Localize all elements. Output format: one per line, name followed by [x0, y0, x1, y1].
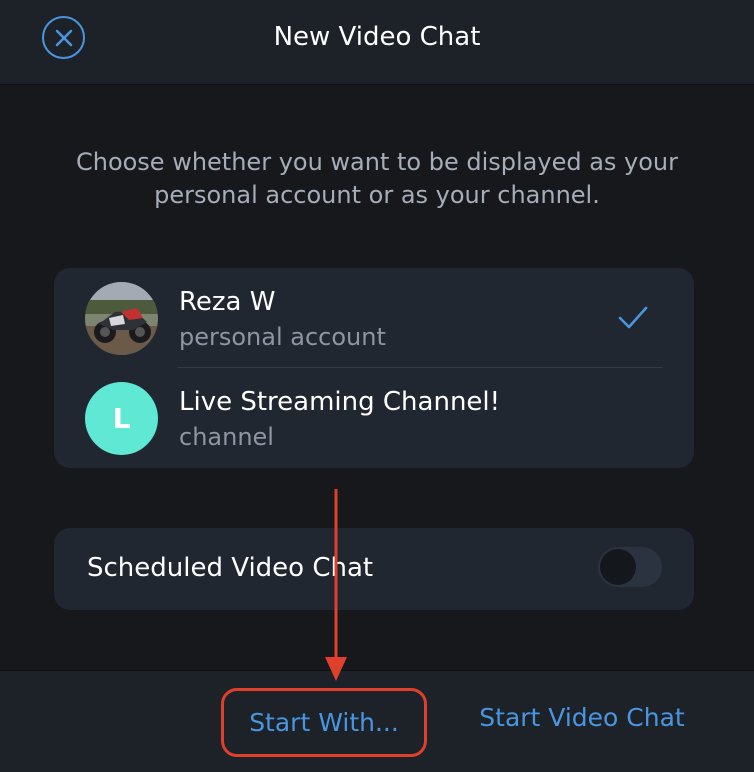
annotation-arrow-icon: [325, 489, 347, 681]
start-with-button[interactable]: Start With...: [221, 688, 427, 757]
checkmark-icon: [618, 306, 648, 329]
description-text: Choose whether you want to be displayed …: [75, 148, 679, 209]
account-name: Live Streaming Channel!: [179, 387, 501, 417]
account-list: Reza W personal account L Live Streaming…: [54, 268, 694, 468]
account-name: Reza W: [179, 287, 276, 317]
account-row-channel[interactable]: L Live Streaming Channel! channel: [54, 368, 694, 468]
account-subtitle: channel: [179, 423, 274, 451]
scheduled-video-chat-row: Scheduled Video Chat: [54, 528, 694, 610]
toggle-knob: [600, 549, 636, 585]
scheduled-toggle[interactable]: [598, 547, 662, 587]
footer-bar: Start With... Start Video Chat: [0, 670, 754, 772]
avatar: [85, 282, 158, 355]
motorcycle-photo-icon: [85, 282, 158, 355]
account-row-personal[interactable]: Reza W personal account: [54, 268, 694, 368]
account-subtitle: personal account: [179, 323, 386, 351]
page-title: New Video Chat: [273, 22, 481, 52]
avatar: L: [85, 382, 158, 455]
header-bar: New Video Chat: [0, 0, 754, 85]
start-video-chat-button[interactable]: Start Video Chat: [460, 703, 704, 732]
